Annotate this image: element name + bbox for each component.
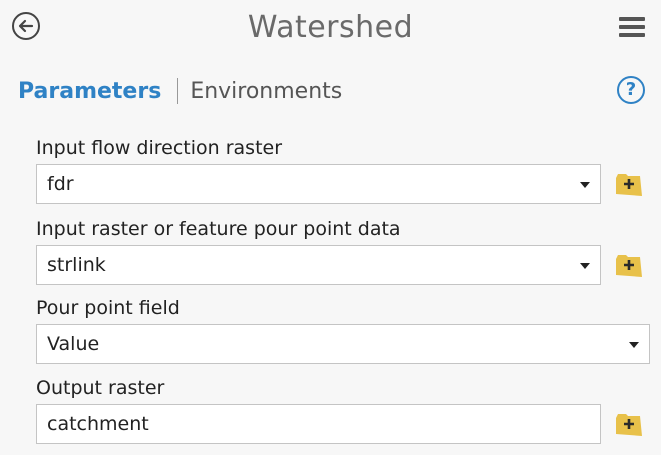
pour-point-data-value: strlink bbox=[47, 254, 106, 276]
browse-folder-icon[interactable] bbox=[614, 170, 644, 198]
geoprocessing-pane: Watershed Parameters Environments ? Inpu… bbox=[0, 0, 661, 455]
pour-point-field-dropdown[interactable]: Value bbox=[36, 324, 650, 364]
output-raster-value: catchment bbox=[47, 413, 149, 435]
tab-bar: Parameters Environments bbox=[18, 78, 342, 104]
pour-point-data-dropdown[interactable]: strlink bbox=[36, 245, 601, 285]
chevron-down-icon bbox=[580, 182, 590, 188]
tab-parameters[interactable]: Parameters bbox=[18, 79, 161, 104]
tab-environments[interactable]: Environments bbox=[190, 79, 342, 104]
output-raster-input[interactable]: catchment bbox=[36, 404, 601, 444]
flow-direction-value: fdr bbox=[47, 173, 74, 195]
field-label-pour-point-field: Pour point field bbox=[36, 297, 180, 319]
chevron-down-icon bbox=[580, 263, 590, 269]
menu-icon[interactable] bbox=[619, 17, 645, 37]
browse-folder-icon[interactable] bbox=[614, 410, 644, 438]
field-label-flow-direction: Input flow direction raster bbox=[36, 137, 283, 159]
pour-point-field-value: Value bbox=[47, 333, 100, 355]
tab-divider bbox=[177, 78, 179, 104]
tool-title: Watershed bbox=[247, 10, 414, 45]
flow-direction-dropdown[interactable]: fdr bbox=[36, 164, 601, 204]
field-label-pour-point-data: Input raster or feature pour point data bbox=[36, 218, 401, 240]
chevron-down-icon bbox=[629, 342, 639, 348]
browse-folder-icon[interactable] bbox=[614, 251, 644, 279]
field-label-output-raster: Output raster bbox=[36, 377, 165, 399]
help-icon[interactable]: ? bbox=[617, 76, 645, 104]
